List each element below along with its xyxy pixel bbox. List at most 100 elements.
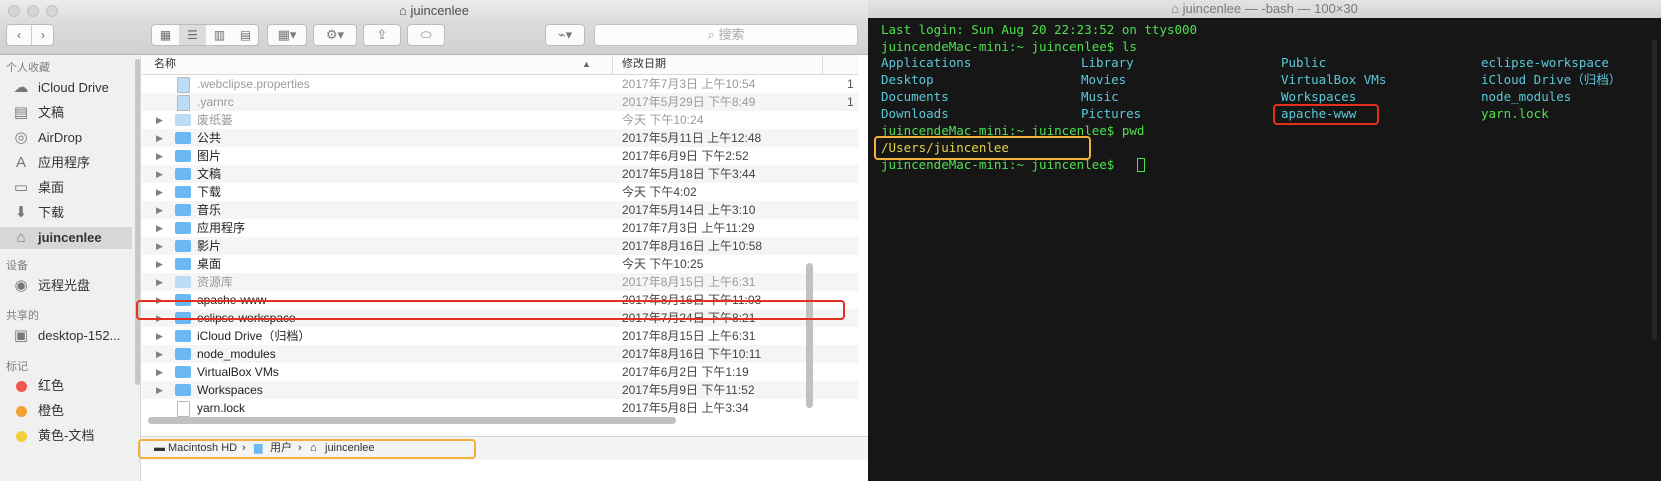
ls-entry: eclipse-workspace	[1481, 55, 1609, 70]
file-name: Workspaces	[197, 383, 263, 397]
table-row[interactable]: ▶ Workspaces 2017年5月9日 下午11:52	[142, 381, 858, 400]
file-date: 2017年8月16日 上午10:58	[622, 239, 763, 253]
finder-titlebar: ⌂ juincenlee	[0, 0, 868, 22]
forward-button[interactable]: ›	[31, 25, 54, 45]
folder-icon	[175, 384, 191, 396]
disclosure-triangle-icon[interactable]: ▶	[156, 219, 163, 238]
sidebar-item-documents[interactable]: ▤ 文稿	[0, 102, 132, 124]
share-icon: ⇪	[376, 27, 388, 42]
column-view-icon[interactable]: ▥	[206, 25, 233, 45]
sidebar-tag-yellow[interactable]: 黄色-文档	[0, 425, 132, 447]
disclosure-triangle-icon[interactable]: ▶	[156, 237, 163, 256]
folder-icon	[175, 132, 191, 144]
action-button[interactable]: ⚙▾	[313, 24, 357, 46]
ls-entry: Movies	[1081, 72, 1127, 87]
file-date: 2017年6月2日 下午1:19	[622, 365, 749, 379]
file-rows: .webclipse.properties 2017年7月3日 上午10:54 1.…	[142, 75, 858, 418]
disclosure-triangle-icon[interactable]: ▶	[156, 273, 163, 292]
highlight-apache-www-row	[136, 300, 845, 320]
file-date: 2017年7月3日 上午11:29	[622, 221, 755, 235]
share-button[interactable]: ⇪	[363, 24, 401, 46]
home-icon: ⌂	[1171, 1, 1183, 16]
terminal-scrollbar[interactable]	[1652, 40, 1657, 340]
table-row[interactable]: ▶ 公共 2017年5月11日 上午12:48	[142, 129, 858, 148]
table-row[interactable]: ▶ 音乐 2017年5月14日 上午3:10	[142, 201, 858, 220]
tags-button[interactable]: ⬭	[407, 24, 445, 46]
file-date: 2017年8月16日 下午10:11	[622, 347, 762, 361]
disclosure-triangle-icon[interactable]: ▶	[156, 183, 163, 202]
disclosure-triangle-icon[interactable]: ▶	[156, 345, 163, 364]
sidebar-item-home[interactable]: ⌂ juincenlee	[0, 227, 132, 249]
list-view-icon[interactable]: ☰	[179, 25, 206, 45]
disclosure-triangle-icon[interactable]: ▶	[156, 165, 163, 184]
sidebar-scrollbar[interactable]	[135, 59, 140, 385]
view-mode-control: ▦ ☰ ▥ ▤	[151, 24, 259, 46]
ls-entry: Music	[1081, 89, 1119, 104]
table-row[interactable]: ▶ 图片 2017年6月9日 下午2:52	[142, 147, 858, 166]
arrange-button[interactable]: ▦▾	[267, 24, 307, 46]
path-icon: ⌁▾	[557, 27, 573, 42]
file-list-horizontal-scrollbar[interactable]	[148, 417, 676, 424]
table-row[interactable]: ▶ 文稿 2017年5月18日 下午3:44	[142, 165, 858, 184]
last-login-line: Last login: Sun Aug 20 22:23:52 on ttys0…	[881, 22, 1198, 37]
file-date: 2017年8月15日 上午6:31	[622, 329, 756, 343]
table-row[interactable]: ▶ 桌面 今天 下午10:25	[142, 255, 858, 274]
column-date-header[interactable]: 修改日期	[622, 55, 666, 74]
disclosure-triangle-icon[interactable]: ▶	[156, 381, 163, 400]
tag-dot-icon	[16, 381, 27, 392]
table-row[interactable]: .webclipse.properties 2017年7月3日 上午10:54 1	[142, 75, 858, 94]
disclosure-triangle-icon[interactable]: ▶	[156, 201, 163, 220]
table-row[interactable]: ▶ VirtualBox VMs 2017年6月2日 下午1:19	[142, 363, 858, 382]
sidebar-tag-orange[interactable]: 橙色	[0, 400, 132, 422]
icon-view-icon[interactable]: ▦	[152, 25, 179, 45]
sidebar-item-airdrop[interactable]: ◎ AirDrop	[0, 127, 132, 149]
sidebar-tag-red[interactable]: 红色	[0, 375, 132, 397]
close-button[interactable]	[8, 5, 20, 17]
sidebar-item-icloud-drive[interactable]: ☁ iCloud Drive	[0, 77, 132, 99]
file-name: 音乐	[197, 203, 222, 217]
table-row[interactable]: .yarnrc 2017年5月29日 下午8:49 1	[142, 93, 858, 112]
sidebar-item-shared-desktop[interactable]: ▣ desktop-152...	[0, 325, 132, 347]
sidebar-item-desktop[interactable]: ▭ 桌面	[0, 177, 132, 199]
back-button[interactable]: ‹	[7, 25, 31, 45]
column-name-header[interactable]: 名称	[154, 55, 176, 74]
sidebar-item-downloads[interactable]: ⬇ 下载	[0, 202, 132, 224]
coverflow-view-icon[interactable]: ▤	[233, 25, 258, 45]
file-date: 今天 下午10:25	[622, 257, 704, 271]
disclosure-triangle-icon[interactable]: ▶	[156, 111, 163, 130]
table-row[interactable]: ▶ 影片 2017年8月16日 上午10:58	[142, 237, 858, 256]
file-list-vertical-scrollbar[interactable]	[806, 263, 813, 408]
table-row[interactable]: ▶ node_modules 2017年8月16日 下午10:11	[142, 345, 858, 364]
folder-icon	[175, 114, 191, 126]
folder-icon	[175, 150, 191, 162]
disclosure-triangle-icon[interactable]: ▶	[156, 255, 163, 274]
file-icon	[177, 77, 190, 93]
sidebar-item-remote-disc[interactable]: ◉ 远程光盘	[0, 275, 132, 297]
disclosure-triangle-icon[interactable]: ▶	[156, 363, 163, 382]
table-row[interactable]: ▶ 资源库 2017年8月15日 上午6:31	[142, 273, 858, 292]
table-row[interactable]: ▶ 废纸篓 今天 下午10:24	[142, 111, 858, 130]
file-extra-column: 1	[847, 95, 854, 109]
search-input[interactable]: ⌕ 搜索	[594, 24, 858, 46]
arrange-icon: ▦▾	[277, 27, 297, 42]
table-row[interactable]: yarn.lock 2017年5月8日 上午3:34	[142, 399, 858, 418]
disclosure-triangle-icon[interactable]: ▶	[156, 147, 163, 166]
document-icon: ▤	[13, 104, 29, 121]
disclosure-triangle-icon[interactable]: ▶	[156, 129, 163, 148]
sidebar-item-applications[interactable]: A 应用程序	[0, 152, 132, 174]
sidebar-item-label: AirDrop	[38, 130, 83, 145]
table-row[interactable]: ▶ 应用程序 2017年7月3日 上午11:29	[142, 219, 858, 238]
sidebar-item-label: juincenlee	[38, 230, 102, 245]
back-forward-control: ‹ ›	[6, 24, 54, 46]
zoom-button[interactable]	[46, 5, 58, 17]
table-row[interactable]: ▶ 下载 今天 下午4:02	[142, 183, 858, 202]
file-name: 应用程序	[197, 221, 246, 235]
sidebar-item-label: 下载	[38, 205, 65, 220]
file-icon	[177, 401, 190, 417]
minimize-button[interactable]	[27, 5, 39, 17]
path-toggle-button[interactable]: ⌁▾	[545, 24, 585, 46]
table-row[interactable]: ▶ iCloud Drive（归档） 2017年8月15日 上午6:31	[142, 327, 858, 346]
highlight-path-bar	[138, 439, 476, 459]
terminal-cursor[interactable]	[1137, 158, 1145, 172]
disclosure-triangle-icon[interactable]: ▶	[156, 327, 163, 346]
